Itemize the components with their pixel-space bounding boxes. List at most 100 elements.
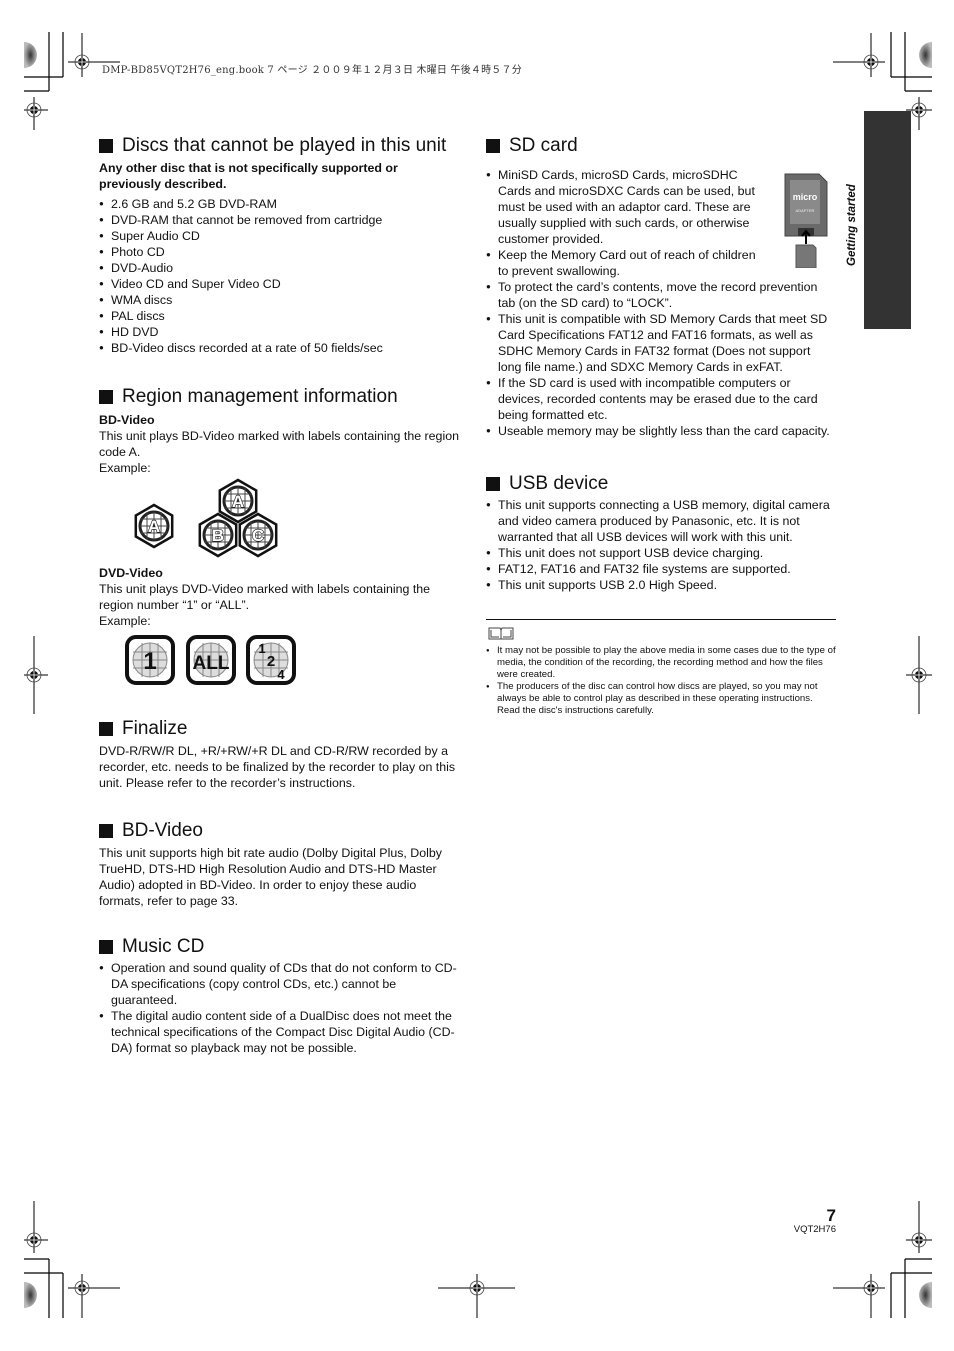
square-bullet-icon bbox=[99, 940, 113, 954]
dvd-region-124-logo: 124 bbox=[246, 635, 296, 685]
bd-region-abc-logo-a: A bbox=[218, 478, 258, 524]
book-icon bbox=[488, 627, 514, 645]
color-rose-mark bbox=[24, 1282, 37, 1308]
list-item: DVD-Audio bbox=[99, 260, 459, 276]
section-title-text: Region management information bbox=[122, 386, 398, 407]
microsd-adapter-image: micro ADAPTER bbox=[784, 173, 828, 268]
right-column: SD card micro ADAPTER MiniSD Cards, micr… bbox=[486, 134, 836, 593]
bd-region-abc-logo-c: C bbox=[238, 512, 278, 558]
discs-intro: Any other disc that is not specifically … bbox=[99, 161, 398, 191]
bd-region-a-logo: A bbox=[134, 503, 174, 549]
list-item: Super Audio CD bbox=[99, 228, 459, 244]
region-number: ALL bbox=[193, 653, 230, 674]
section-title: BD-Video bbox=[99, 819, 459, 843]
region-letter: C bbox=[252, 526, 264, 545]
arrow-up-icon bbox=[801, 229, 811, 244]
section-bd-video: BD-Video This unit supports high bit rat… bbox=[99, 819, 459, 909]
usb-list: This unit supports connecting a USB memo… bbox=[486, 497, 836, 593]
section-title-text: SD card bbox=[509, 135, 578, 156]
color-rose-mark bbox=[919, 1282, 932, 1308]
section-title-text: BD-Video bbox=[122, 820, 203, 841]
section-title-text: USB device bbox=[509, 473, 609, 494]
side-tab-text: Getting started bbox=[846, 184, 858, 266]
music-cd-list: Operation and sound quality of CDs that … bbox=[99, 960, 459, 1056]
list-item: FAT12, FAT16 and FAT32 file systems are … bbox=[486, 561, 836, 577]
list-item: Photo CD bbox=[99, 244, 459, 260]
section-title: SD card bbox=[486, 134, 836, 158]
region-letter: A bbox=[148, 517, 160, 536]
section-music-cd: Music CD Operation and sound quality of … bbox=[99, 935, 459, 1056]
list-item: PAL discs bbox=[99, 308, 459, 324]
dvd-region-all-logo: ALL bbox=[186, 635, 236, 685]
section-usb-device: USB device This unit supports connecting… bbox=[486, 472, 836, 593]
region-letter: B bbox=[212, 526, 224, 545]
section-title-text: Music CD bbox=[122, 936, 205, 957]
color-rose-mark bbox=[919, 42, 932, 68]
region-number: 2 bbox=[267, 653, 275, 670]
section-finalize: Finalize DVD-R/RW/R DL, +R/+RW/+R DL and… bbox=[99, 717, 459, 791]
list-item: Operation and sound quality of CDs that … bbox=[99, 960, 459, 1008]
list-item: The digital audio content side of a Dual… bbox=[99, 1008, 459, 1056]
bd-region-logos: AAB C bbox=[134, 478, 278, 558]
list-item: This unit is compatible with SD Memory C… bbox=[486, 311, 836, 375]
list-item: To protect the card’s contents, move the… bbox=[486, 279, 836, 311]
square-bullet-icon bbox=[99, 824, 113, 838]
section-title: Finalize bbox=[99, 717, 459, 741]
region-letter: A bbox=[232, 492, 244, 511]
dvd-example-label: Example: bbox=[99, 614, 151, 628]
side-tab-label: Getting started bbox=[830, 174, 880, 268]
bd-video-label: BD-Video bbox=[99, 413, 155, 427]
discs-list: 2.6 GB and 5.2 GB DVD-RAMDVD-RAM that ca… bbox=[99, 196, 459, 356]
square-bullet-icon bbox=[99, 390, 113, 404]
section-title: USB device bbox=[486, 472, 836, 496]
square-bullet-icon bbox=[99, 139, 113, 153]
list-item: If the SD card is used with incompatible… bbox=[486, 375, 836, 423]
region-number: 1 bbox=[143, 648, 156, 675]
document-code: VQT2H76 bbox=[793, 1224, 836, 1235]
list-item: Keep the Memory Card out of reach of chi… bbox=[486, 247, 760, 279]
list-item: Useable memory may be slightly less than… bbox=[486, 423, 836, 439]
adapter-text: ADAPTER bbox=[796, 208, 815, 213]
notes: It may not be possible to play the above… bbox=[486, 645, 836, 717]
section-region-management: Region management information BD-Video T… bbox=[99, 385, 459, 695]
list-item: 2.6 GB and 5.2 GB DVD-RAM bbox=[99, 196, 459, 212]
section-title-text: Finalize bbox=[122, 718, 188, 739]
microsd-logo-text: micro bbox=[793, 192, 818, 202]
notes-divider bbox=[486, 619, 836, 620]
dvd-region-logos: 1 ALL124 bbox=[125, 635, 296, 685]
dvd-video-region-text: This unit plays DVD-Video marked with la… bbox=[99, 582, 431, 612]
dvd-video-label: DVD-Video bbox=[99, 566, 163, 580]
section-title: Music CD bbox=[99, 935, 459, 959]
bd-region-abc-logo-b: B bbox=[198, 512, 238, 558]
region-number: 4 bbox=[277, 667, 285, 682]
section-title: Discs that cannot be played in this unit bbox=[99, 134, 459, 158]
list-item: This unit supports connecting a USB memo… bbox=[486, 497, 836, 545]
page-number: 7 bbox=[826, 1206, 836, 1225]
bd-video-text: This unit supports high bit rate audio (… bbox=[99, 846, 442, 908]
note-item: The producers of the disc can control ho… bbox=[486, 681, 836, 717]
finalize-text: DVD-R/RW/R DL, +R/+RW/+R DL and CD-R/RW … bbox=[99, 744, 456, 790]
list-item: This unit does not support USB device ch… bbox=[486, 545, 836, 561]
list-item: This unit supports USB 2.0 High Speed. bbox=[486, 577, 836, 593]
list-item: Video CD and Super Video CD bbox=[99, 276, 459, 292]
dvd-region-1-logo: 1 bbox=[125, 635, 175, 685]
color-rose-mark bbox=[24, 42, 37, 68]
bd-example-label: Example: bbox=[99, 461, 151, 475]
section-title: Region management information bbox=[99, 385, 459, 409]
section-sd-card: SD card micro ADAPTER MiniSD Cards, micr… bbox=[486, 134, 836, 439]
note-item: It may not be possible to play the above… bbox=[486, 645, 836, 681]
square-bullet-icon bbox=[486, 477, 500, 491]
left-column: Discs that cannot be played in this unit… bbox=[99, 134, 459, 1056]
square-bullet-icon bbox=[486, 139, 500, 153]
section-discs-not-playable: Discs that cannot be played in this unit… bbox=[99, 134, 459, 356]
list-item: WMA discs bbox=[99, 292, 459, 308]
list-item: HD DVD bbox=[99, 324, 459, 340]
list-item: BD-Video discs recorded at a rate of 50 … bbox=[99, 340, 459, 356]
bd-video-region-text: This unit plays BD-Video marked with lab… bbox=[99, 429, 459, 459]
section-title-text: Discs that cannot be played in this unit bbox=[122, 135, 447, 156]
print-header: DMP-BD85VQT2H76_eng.book 7 ページ ２００９年１２月３… bbox=[102, 65, 522, 76]
list-item: DVD-RAM that cannot be removed from cart… bbox=[99, 212, 459, 228]
region-number: 1 bbox=[258, 641, 265, 656]
notes-list: It may not be possible to play the above… bbox=[486, 645, 836, 717]
list-item: MiniSD Cards, microSD Cards, microSDHC C… bbox=[486, 167, 760, 247]
